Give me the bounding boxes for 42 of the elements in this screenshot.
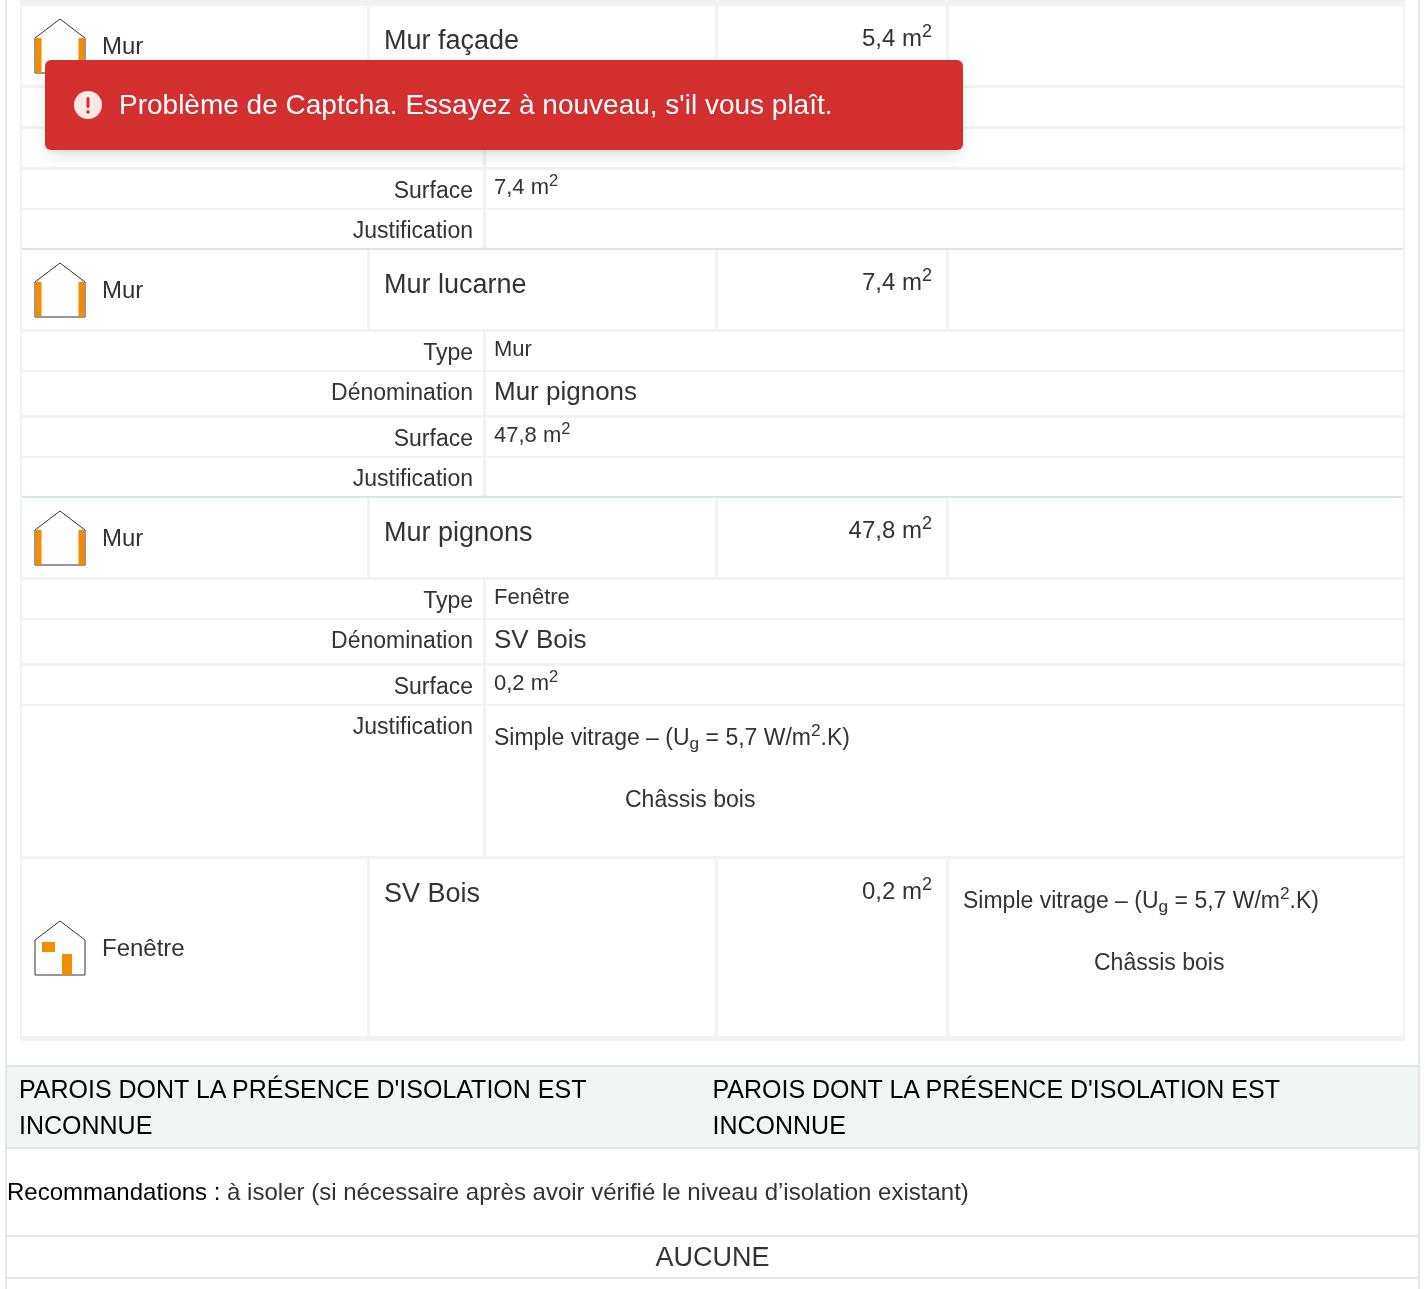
surface-value: 47,8 m$^{2}$ [848, 512, 932, 545]
house-icon [34, 261, 86, 318]
field-value: Mur [494, 336, 532, 361]
surface-value: 5,4 m$^{2}$ [861, 20, 932, 53]
element-name: Mur pignons [384, 517, 533, 547]
element-name: Mur lucarne [384, 269, 527, 299]
recommendation-text: Recommandations : à isoler (si nécessaire après avoir vérifié le niveau d’isolation existant) [7, 1177, 969, 1207]
field-label: Surface [393, 176, 473, 205]
justification-text: Simple vitrage – (U$_{g}$ = 5,7 W/m$^{2}$.K) [963, 883, 1320, 917]
field-value: Mur pignons [494, 376, 638, 406]
field-label: Surface [393, 672, 473, 701]
field-value: Fenêtre [494, 584, 570, 609]
field-label: Dénomination [331, 626, 473, 655]
field-value: 7,4 m$^{2}$ [494, 174, 559, 199]
alert-icon [73, 90, 103, 120]
field-value: 47,8 m$^{2}$ [494, 422, 571, 447]
field-label: Type [423, 586, 473, 615]
house-icon [34, 919, 86, 976]
section-heading: PAROIS DONT LA PRÉSENCE D'ISOLATION EST INCONNUE [712, 1074, 1281, 1141]
element-type: Mur [102, 274, 144, 305]
result-text: AUCUNE [655, 1240, 770, 1274]
justification-text: Châssis bois [625, 785, 756, 814]
element-name: Mur façade [384, 25, 520, 55]
justification-text: Simple vitrage – (U$_{g}$ = 5,7 W/m$^{2}$.K) [494, 720, 851, 754]
element-type: Mur [102, 522, 144, 553]
justification-text: Châssis bois [1094, 948, 1225, 977]
section-heading: PAROIS DONT LA PRÉSENCE D'ISOLATION EST INCONNUE [19, 1074, 587, 1141]
field-label: Surface [393, 424, 473, 453]
field-label: Justification [352, 464, 473, 493]
field-label: Type [423, 338, 473, 367]
element-type: Fenêtre [102, 932, 185, 963]
element-type: Mur [102, 30, 144, 61]
field-value: 0,2 m$^{2}$ [494, 670, 559, 695]
element-name: SV Bois [384, 878, 481, 908]
field-label: Dénomination [331, 378, 473, 407]
house-icon [34, 509, 86, 566]
field-label: Justification [352, 216, 473, 245]
surface-value: 0,2 m$^{2}$ [861, 873, 932, 906]
surface-value: 7,4 m$^{2}$ [861, 264, 932, 297]
toast-message: Problème de Captcha. Essayez à nouveau, s'il vous plaît. [119, 88, 833, 122]
field-value: SV Bois [494, 624, 587, 654]
field-label: Justification [352, 712, 473, 741]
